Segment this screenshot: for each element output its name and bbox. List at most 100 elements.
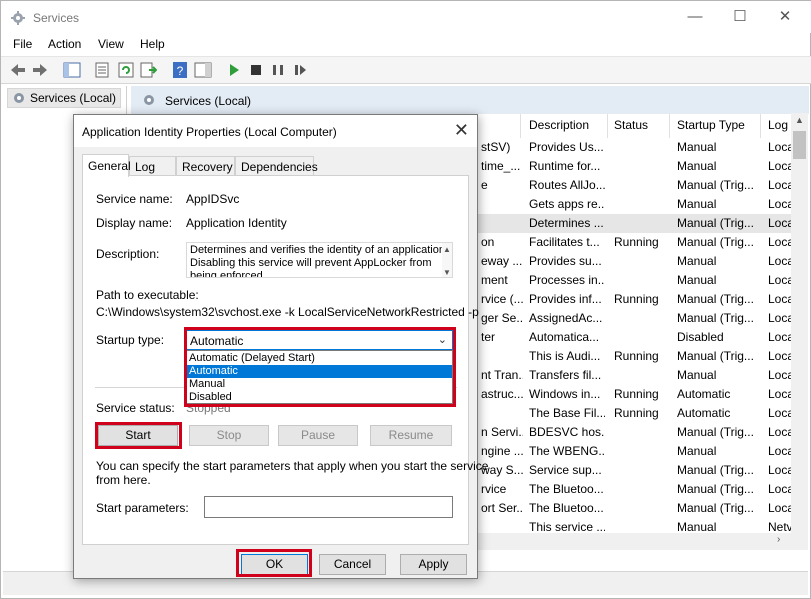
scroll-up-icon[interactable]: ▲: [795, 115, 804, 125]
table-row[interactable]: time_... Runtime for... Manual Loca: [477, 157, 791, 176]
tab-dependencies[interactable]: Dependencies: [235, 156, 318, 176]
tab-recovery[interactable]: Recovery: [176, 156, 235, 176]
vertical-scrollbar[interactable]: ▲: [791, 113, 808, 550]
start-service-icon[interactable]: [225, 61, 243, 79]
cell-log-on-as: Loca: [768, 501, 791, 515]
cell-description: Gets apps re...: [529, 197, 605, 211]
description-scrollbar[interactable]: ▲ ▼: [442, 243, 452, 277]
table-row[interactable]: nt Tran... Transfers fil... Manual Loca: [477, 366, 791, 385]
export-list-icon[interactable]: [139, 61, 157, 79]
cell-name: astruc...: [481, 387, 523, 401]
cell-name: rvice: [481, 482, 507, 496]
menu-action[interactable]: Action: [48, 37, 81, 51]
cell-description: Runtime for...: [529, 159, 601, 173]
resume-button[interactable]: Resume: [370, 425, 452, 446]
table-row[interactable]: rvice (... Provides inf... Running Manual (…: [477, 290, 791, 309]
description-label: Description:: [96, 247, 160, 261]
start-params-input[interactable]: [204, 496, 453, 518]
table-row[interactable]: on Facilitates t... Running Manual (Trig...…: [477, 233, 791, 252]
refresh-icon[interactable]: [117, 61, 135, 79]
cell-log-on-as: Loca: [768, 292, 791, 306]
service-status-label: Service status:: [96, 401, 175, 415]
description-box[interactable]: Determines and verifies the identity of …: [186, 242, 453, 278]
back-arrow-icon[interactable]: [9, 61, 27, 79]
pause-button[interactable]: Pause: [278, 425, 358, 446]
forward-arrow-icon[interactable]: [31, 61, 49, 79]
table-row[interactable]: The Base Fil... Running Automatic Loca: [477, 404, 791, 423]
tree-item-services-local[interactable]: Services (Local): [7, 88, 121, 108]
column-divider[interactable]: [669, 114, 670, 138]
pause-service-icon[interactable]: [269, 61, 287, 79]
table-row[interactable]: e Routes AllJo... Manual (Trig... Loca: [477, 176, 791, 195]
start-params-label: Start parameters:: [96, 501, 189, 515]
table-row[interactable]: n Servi... BDESVC hos... Manual (Trig... Lo…: [477, 423, 791, 442]
show-hide-action-pane-icon[interactable]: [194, 61, 212, 79]
minimize-icon[interactable]: —: [672, 1, 718, 33]
table-row[interactable]: way S... Service sup... Manual (Trig... Loc…: [477, 461, 791, 480]
dialog-close-icon[interactable]: ✕: [454, 120, 469, 141]
cell-startup-type: Manual: [677, 197, 717, 211]
tab-general[interactable]: General: [82, 154, 131, 177]
cancel-button[interactable]: Cancel: [319, 554, 386, 575]
table-row[interactable]: Determines ... Manual (Trig... Loca: [477, 214, 791, 233]
cell-startup-type: Manual (Trig...: [677, 463, 754, 477]
apply-button[interactable]: Apply: [400, 554, 467, 575]
table-row[interactable]: ngine ... The WBENG... Manual Loca: [477, 442, 791, 461]
console-tree-icon[interactable]: [63, 61, 81, 79]
cell-startup-type: Manual (Trig...: [677, 311, 754, 325]
annotation-highlight-ok: [236, 549, 312, 577]
column-divider[interactable]: [760, 114, 761, 138]
table-row[interactable]: ter Automatica... Disabled Loca: [477, 328, 791, 347]
cell-description: Service sup...: [529, 463, 602, 477]
cell-startup-type: Manual (Trig...: [677, 501, 754, 515]
column-divider[interactable]: [520, 114, 521, 138]
stop-button[interactable]: Stop: [189, 425, 269, 446]
scroll-right-icon[interactable]: ›: [777, 534, 780, 545]
scroll-up-icon[interactable]: ▲: [442, 243, 452, 256]
properties-icon[interactable]: [93, 61, 111, 79]
column-header-status[interactable]: Status: [614, 118, 648, 140]
table-row[interactable]: ort Ser... The Bluetoo... Manual (Trig... L…: [477, 499, 791, 518]
scroll-down-icon[interactable]: ▼: [442, 266, 452, 277]
table-row[interactable]: eway ... Provides su... Manual Loca: [477, 252, 791, 271]
cell-name: ment: [481, 273, 508, 287]
cell-status: Running: [614, 387, 659, 401]
table-row[interactable]: rvice The Bluetoo... Manual (Trig... Loca: [477, 480, 791, 499]
help-icon[interactable]: ?: [171, 61, 189, 79]
cell-startup-type: Manual: [677, 520, 717, 534]
table-row[interactable]: This is Audi... Running Manual (Trig... Loc…: [477, 347, 791, 366]
menu-view[interactable]: View: [98, 37, 124, 51]
restart-service-icon[interactable]: [291, 61, 309, 79]
cell-startup-type: Manual (Trig...: [677, 349, 754, 363]
cell-startup-type: Manual: [677, 273, 717, 287]
menu-file[interactable]: File: [13, 37, 32, 51]
column-header-startup-type[interactable]: Startup Type: [677, 118, 745, 140]
column-header-description[interactable]: Description: [529, 118, 589, 140]
table-row[interactable]: astruc... Windows in... Running Automatic Lo…: [477, 385, 791, 404]
menu-help[interactable]: Help: [140, 37, 165, 51]
column-header-log-on-as[interactable]: Log: [768, 118, 788, 140]
cell-name: rvice (...: [481, 292, 523, 306]
close-icon[interactable]: ✕: [762, 1, 808, 33]
title-bar: Services — ☐ ✕: [1, 1, 811, 33]
start-params-hint: You can specify the start parameters tha…: [96, 459, 489, 473]
cell-startup-type: Disabled: [677, 330, 724, 344]
tab-log-on[interactable]: Log On: [129, 156, 176, 188]
scroll-thumb[interactable]: [793, 131, 806, 159]
table-row[interactable]: ger Se... AssignedAc... Manual (Trig... Loc…: [477, 309, 791, 328]
description-line: Determines and verifies the identity of …: [190, 244, 449, 256]
horizontal-scrollbar[interactable]: ›: [477, 533, 791, 550]
services-gear-icon: [144, 95, 154, 105]
cell-description: Transfers fil...: [529, 368, 602, 382]
cell-log-on-as: Loca: [768, 311, 791, 325]
tree-item-label: Services (Local): [30, 91, 117, 105]
table-row[interactable]: ment Processes in... Manual Loca: [477, 271, 791, 290]
table-row[interactable]: Gets apps re... Manual Loca: [477, 195, 791, 214]
maximize-icon[interactable]: ☐: [717, 1, 763, 33]
cell-description: Determines ...: [529, 216, 604, 230]
table-row[interactable]: stSV) Provides Us... Manual Loca: [477, 138, 791, 157]
column-divider[interactable]: [607, 114, 608, 138]
stop-service-icon[interactable]: [247, 61, 265, 79]
cell-name: e: [481, 178, 488, 192]
toolbar: ?: [1, 56, 811, 84]
